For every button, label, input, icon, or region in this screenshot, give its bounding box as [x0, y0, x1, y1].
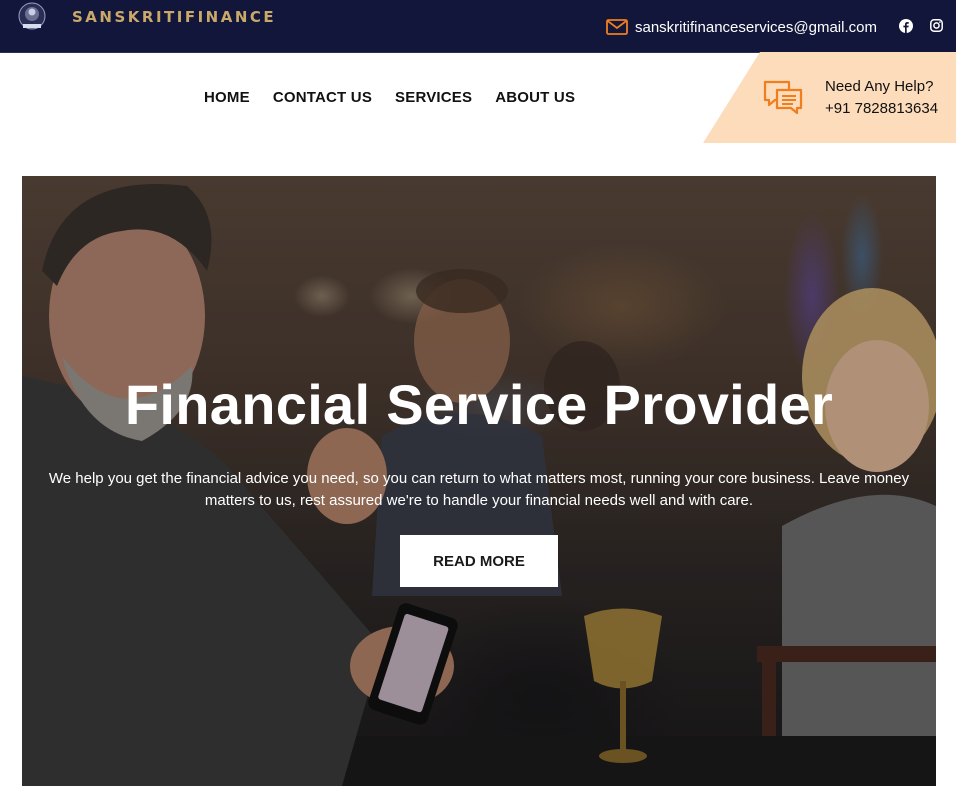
- read-more-button[interactable]: READ MORE: [400, 535, 558, 587]
- hero-banner: Financial Service Provider We help you g…: [22, 176, 936, 786]
- nav-home[interactable]: HOME: [204, 89, 250, 106]
- instagram-icon[interactable]: [930, 19, 943, 32]
- email-text[interactable]: sanskritifinanceservices@gmail.com: [635, 19, 877, 36]
- help-phone[interactable]: +91 7828813634: [825, 100, 938, 117]
- nav-about-us[interactable]: ABOUT US: [495, 89, 575, 106]
- logo-emblem[interactable]: [16, 2, 48, 32]
- nav-contact-us[interactable]: CONTACT US: [273, 89, 372, 106]
- facebook-icon[interactable]: [899, 19, 913, 33]
- mail-icon: [606, 19, 628, 35]
- main-nav: HOME CONTACT US SERVICES ABOUT US: [204, 89, 575, 106]
- nav-services[interactable]: SERVICES: [395, 89, 472, 106]
- brand-name[interactable]: SANSKRITIFINANCE: [72, 8, 276, 26]
- help-title: Need Any Help?: [825, 78, 934, 95]
- hero-description: We help you get the financial advice you…: [48, 470, 910, 509]
- top-bar: SANSKRITIFINANCE sanskritifinanceservice…: [0, 0, 956, 53]
- chat-icon: [763, 80, 803, 115]
- help-panel: [703, 52, 956, 143]
- hero-title: Financial Service Provider: [124, 373, 834, 436]
- email-contact[interactable]: sanskritifinanceservices@gmail.com: [606, 16, 877, 38]
